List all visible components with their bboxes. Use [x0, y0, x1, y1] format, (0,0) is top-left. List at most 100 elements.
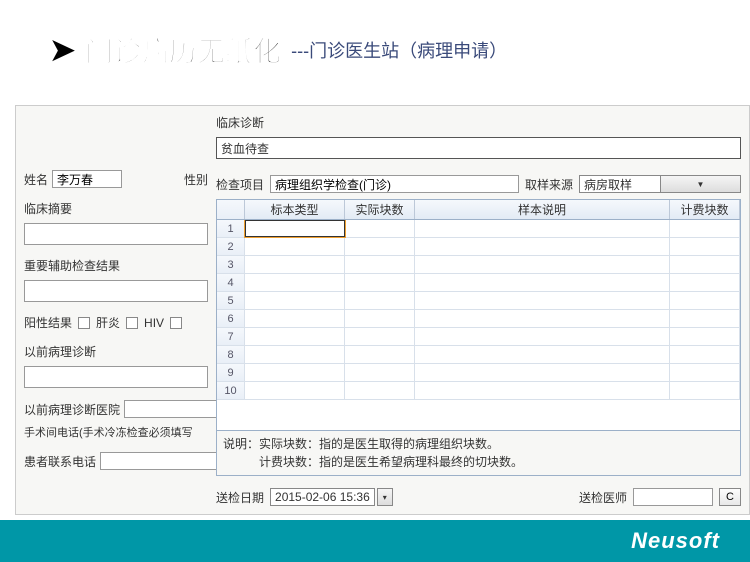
- clinical-diagnosis-box[interactable]: 贫血待查: [216, 137, 741, 159]
- cell-bill[interactable]: [670, 382, 740, 399]
- table-row[interactable]: 3: [217, 256, 740, 274]
- cell-actual[interactable]: [345, 382, 415, 399]
- cell-desc[interactable]: [415, 346, 670, 363]
- cell-desc[interactable]: [415, 364, 670, 381]
- row-number: 9: [217, 364, 245, 381]
- hepatitis-label: 肝炎: [96, 314, 120, 331]
- exam-item-input[interactable]: [270, 175, 519, 193]
- cell-actual[interactable]: [345, 364, 415, 381]
- cell-actual[interactable]: [345, 346, 415, 363]
- cell-bill[interactable]: [670, 220, 740, 237]
- table-row[interactable]: 2: [217, 238, 740, 256]
- cell-actual[interactable]: [345, 274, 415, 291]
- aux-result-input[interactable]: [24, 280, 208, 302]
- sample-source-label: 取样来源: [525, 176, 573, 193]
- grid-header-row: 标本类型 实际块数 样本说明 计费块数: [217, 200, 740, 220]
- cell-type[interactable]: [245, 382, 345, 399]
- positive-result-label: 阳性结果: [24, 314, 72, 331]
- cell-desc[interactable]: [415, 310, 670, 327]
- row-number: 10: [217, 382, 245, 399]
- grid-header-actual[interactable]: 实际块数: [345, 200, 415, 219]
- cell-bill[interactable]: [670, 256, 740, 273]
- form-right-panel: 临床诊断 贫血待查 检查项目 取样来源 病房取样 ▼ 标本类型 实际块数 样本说…: [216, 106, 749, 514]
- cell-type[interactable]: [245, 256, 345, 273]
- calendar-dropdown-icon: ▾: [377, 488, 393, 506]
- cell-type[interactable]: [245, 310, 345, 327]
- cell-bill[interactable]: [670, 238, 740, 255]
- table-row[interactable]: 4: [217, 274, 740, 292]
- grid-header-desc[interactable]: 样本说明: [415, 200, 670, 219]
- hepatitis-checkbox[interactable]: [78, 317, 90, 329]
- bullet-arrow-icon: ➤: [50, 33, 75, 68]
- grid-header-rownum: [217, 200, 245, 219]
- cell-actual[interactable]: [345, 292, 415, 309]
- table-row[interactable]: 9: [217, 364, 740, 382]
- send-doctor-label: 送检医师: [579, 489, 627, 506]
- cell-type[interactable]: [245, 292, 345, 309]
- send-doctor-input[interactable]: [633, 488, 713, 506]
- sample-source-combo[interactable]: 病房取样 ▼: [579, 175, 741, 193]
- cell-type[interactable]: [245, 328, 345, 345]
- cell-desc[interactable]: [415, 238, 670, 255]
- cell-actual[interactable]: [345, 256, 415, 273]
- table-row[interactable]: 8: [217, 346, 740, 364]
- cell-bill[interactable]: [670, 364, 740, 381]
- row-number: 8: [217, 346, 245, 363]
- cell-bill[interactable]: [670, 346, 740, 363]
- hiv-checkbox[interactable]: [126, 317, 138, 329]
- note-line-2: 计费块数：指的是医生希望病理科最终的切块数。: [223, 453, 734, 471]
- grid-header-type[interactable]: 标本类型: [245, 200, 345, 219]
- cell-actual[interactable]: [345, 310, 415, 327]
- neusoft-logo: Neusoft: [631, 528, 720, 554]
- cell-type[interactable]: [245, 364, 345, 381]
- table-row[interactable]: 6: [217, 310, 740, 328]
- send-date-picker[interactable]: 2015-02-06 15:36 ▾: [270, 488, 393, 506]
- c-button[interactable]: C: [719, 488, 741, 506]
- slide-header: ➤ 门诊病历无纸化 ---门诊医生站（病理申请）: [0, 0, 750, 80]
- aux-result-label: 重要辅助检查结果: [24, 257, 208, 274]
- form-left-panel: 姓名 性别 临床摘要 重要辅助检查结果 阳性结果 肝炎 HIV 以前病理诊断 以…: [16, 106, 216, 514]
- exam-item-label: 检查项目: [216, 176, 264, 193]
- prev-path-diag-input[interactable]: [24, 366, 208, 388]
- table-row[interactable]: 10: [217, 382, 740, 400]
- slide-footer: Neusoft: [0, 520, 750, 562]
- surgery-phone-label: 手术间电话(手术冷冻检查必须填写: [24, 424, 208, 440]
- prev-path-hospital-label: 以前病理诊断医院: [24, 401, 120, 418]
- send-date-label: 送检日期: [216, 489, 264, 506]
- table-row[interactable]: 1: [217, 220, 740, 238]
- table-row[interactable]: 7: [217, 328, 740, 346]
- app-window: 姓名 性别 临床摘要 重要辅助检查结果 阳性结果 肝炎 HIV 以前病理诊断 以…: [15, 105, 750, 515]
- clinical-summary-input[interactable]: [24, 223, 208, 245]
- row-number: 5: [217, 292, 245, 309]
- row-number: 3: [217, 256, 245, 273]
- cell-type[interactable]: [245, 238, 345, 255]
- sample-source-value: 病房取样: [580, 176, 660, 192]
- cell-desc[interactable]: [415, 220, 670, 237]
- cell-bill[interactable]: [670, 292, 740, 309]
- prev-path-diag-label: 以前病理诊断: [24, 343, 208, 360]
- cell-bill[interactable]: [670, 310, 740, 327]
- cell-desc[interactable]: [415, 292, 670, 309]
- cell-type[interactable]: [245, 274, 345, 291]
- other-checkbox[interactable]: [170, 317, 182, 329]
- slide-title-sub: ---门诊医生站（病理申请）: [291, 37, 507, 63]
- cell-bill[interactable]: [670, 328, 740, 345]
- cell-actual[interactable]: [345, 328, 415, 345]
- cell-desc[interactable]: [415, 382, 670, 399]
- note-line-1: 说明：实际块数：指的是医生取得的病理组织块数。: [223, 435, 734, 453]
- cell-type[interactable]: [245, 220, 345, 237]
- gender-label: 性别: [184, 171, 208, 188]
- cell-desc[interactable]: [415, 256, 670, 273]
- name-input[interactable]: [52, 170, 122, 188]
- grid-body[interactable]: 12345678910: [217, 220, 740, 430]
- chevron-down-icon: ▼: [660, 176, 740, 192]
- cell-type[interactable]: [245, 346, 345, 363]
- grid-header-bill[interactable]: 计费块数: [670, 200, 740, 219]
- row-number: 1: [217, 220, 245, 237]
- cell-bill[interactable]: [670, 274, 740, 291]
- table-row[interactable]: 5: [217, 292, 740, 310]
- cell-desc[interactable]: [415, 328, 670, 345]
- cell-desc[interactable]: [415, 274, 670, 291]
- cell-actual[interactable]: [345, 220, 415, 237]
- cell-actual[interactable]: [345, 238, 415, 255]
